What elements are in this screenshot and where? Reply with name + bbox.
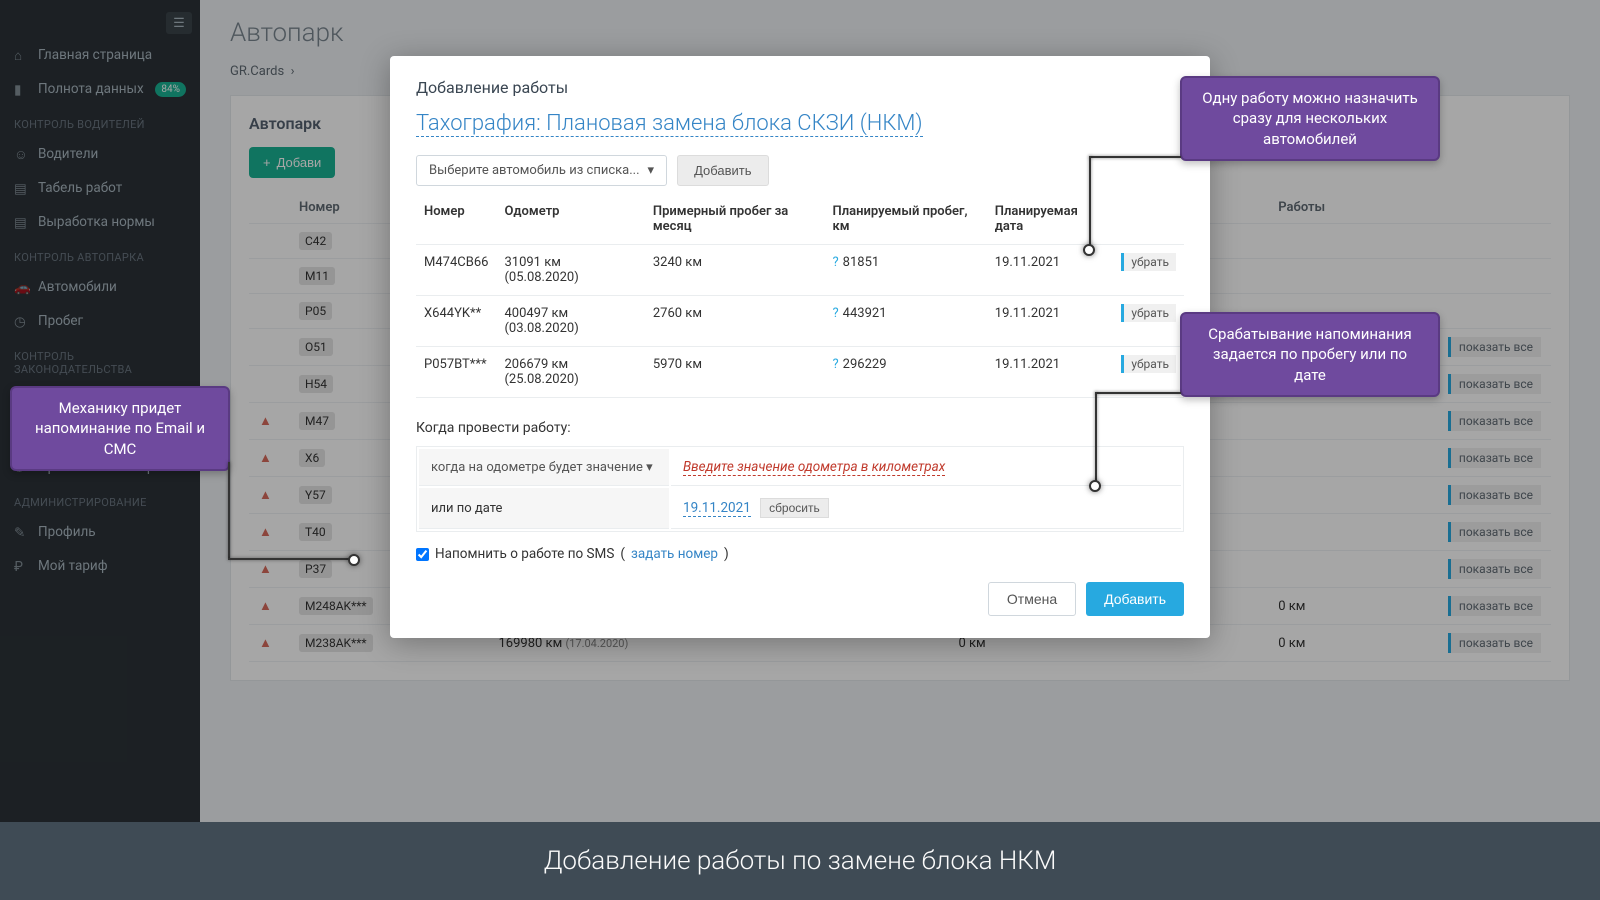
condition-odom-label: когда на одометре будет значение: [431, 460, 643, 475]
cell-month: 3240 км: [645, 245, 825, 296]
sms-set-number-link[interactable]: задать номер: [631, 546, 718, 562]
cell-date: 19.11.2021: [987, 296, 1114, 347]
odometer-input[interactable]: Введите значение одометра в километрах: [683, 459, 945, 476]
reset-date-button[interactable]: сбросить: [760, 498, 829, 518]
cell-month: 5970 км: [645, 347, 825, 398]
callout-line: [228, 462, 230, 558]
cell-date: 19.11.2021: [987, 347, 1114, 398]
cell-odom: 400497 км (03.08.2020): [496, 296, 644, 347]
condition-odom-select[interactable]: когда на одометре будет значение ▾: [431, 460, 653, 475]
mth-date: Планируемая дата: [987, 194, 1114, 245]
callout-multi-vehicle: Одну работу можно назначить сразу для не…: [1180, 76, 1440, 161]
cell-plan: ?296229: [825, 347, 987, 398]
condition-date-value[interactable]: 19.11.2021: [683, 500, 751, 517]
callout-line: [1095, 392, 1181, 394]
callout-line: [1089, 156, 1091, 248]
mth-month: Примерный пробег за месяц: [645, 194, 825, 245]
vehicle-select[interactable]: Выберите автомобиль из списка... ▾: [416, 155, 667, 186]
mth-odom: Одометр: [496, 194, 644, 245]
callout-line: [1095, 392, 1097, 484]
callout-reminder-target: [348, 554, 360, 566]
chevron-down-icon: ▾: [648, 163, 655, 178]
callout-line: [1089, 156, 1181, 158]
vehicle-select-placeholder: Выберите автомобиль из списка...: [429, 163, 640, 178]
mth-plan: Планируемый пробег, км: [825, 194, 987, 245]
cell-odom: 206679 км (25.08.2020): [496, 347, 644, 398]
remove-button[interactable]: убрать: [1121, 355, 1176, 373]
help-icon[interactable]: ?: [833, 357, 839, 372]
sms-label: Напомнить о работе по SMS: [435, 546, 614, 562]
condition-table: когда на одометре будет значение ▾ Введи…: [416, 446, 1184, 532]
callout-line: [228, 558, 350, 560]
cell-plan: ?81851: [825, 245, 987, 296]
cell-plan: ?443921: [825, 296, 987, 347]
vehicle-row: M474CB66 31091 км (05.08.2020) 3240 км ?…: [416, 245, 1184, 296]
callout-trigger: Срабатывание напоминания задается по про…: [1180, 312, 1440, 397]
vehicle-row: P057BT*** 206679 км (25.08.2020) 5970 км…: [416, 347, 1184, 398]
cell-odom: 31091 км (05.08.2020): [496, 245, 644, 296]
cancel-button[interactable]: Отмена: [988, 582, 1076, 616]
callout-reminder: Механику придет напоминание по Email и С…: [10, 386, 230, 471]
sms-checkbox[interactable]: [416, 548, 429, 561]
cell-num: M474CB66: [416, 245, 496, 296]
submit-button[interactable]: Добавить: [1086, 582, 1184, 616]
remove-button[interactable]: убрать: [1121, 304, 1176, 322]
vehicles-table: Номер Одометр Примерный пробег за месяц …: [416, 194, 1184, 398]
mth-num: Номер: [416, 194, 496, 245]
caption-bar: Добавление работы по замене блока НКМ: [0, 822, 1600, 900]
when-label: Когда провести работу:: [416, 420, 1184, 436]
condition-date-label: или по дате: [431, 501, 502, 516]
cell-num: P057BT***: [416, 347, 496, 398]
add-work-modal: × Добавление работы Тахография: Плановая…: [390, 56, 1210, 638]
cell-month: 2760 км: [645, 296, 825, 347]
modal-title: Добавление работы: [416, 78, 1184, 97]
help-icon[interactable]: ?: [833, 306, 839, 321]
cell-num: X644YK**: [416, 296, 496, 347]
remove-button[interactable]: убрать: [1121, 253, 1176, 271]
callout-trigger-target: [1089, 480, 1101, 492]
vehicle-row: X644YK** 400497 км (03.08.2020) 2760 км …: [416, 296, 1184, 347]
add-vehicle-button[interactable]: Добавить: [677, 155, 768, 186]
callout-multi-target: [1083, 244, 1095, 256]
help-icon[interactable]: ?: [833, 255, 839, 270]
modal-subtitle[interactable]: Тахография: Плановая замена блока СКЗИ (…: [416, 111, 923, 137]
